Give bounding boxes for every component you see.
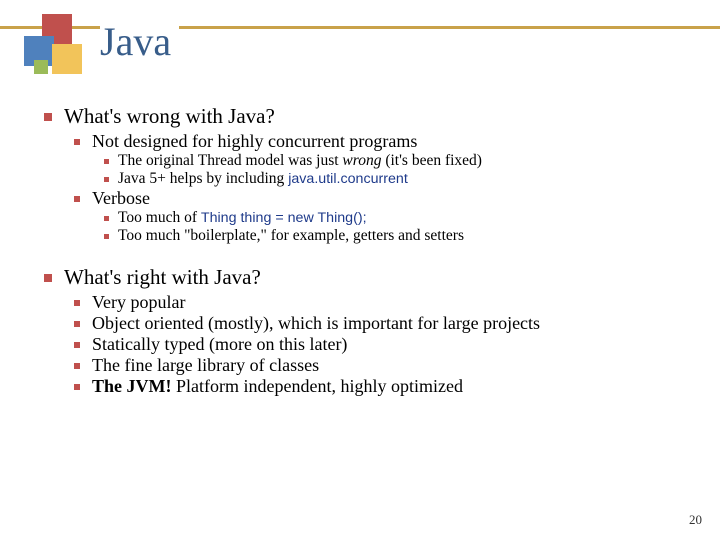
list-item: Java 5+ helps by including java.util.con… — [96, 170, 690, 188]
list-item: Verbose — [68, 188, 690, 209]
list-item: Too much "boilerplate," for example, get… — [96, 227, 690, 245]
list-item: Statically typed (more on this later) — [68, 334, 690, 355]
list-item: Not designed for highly concurrent progr… — [68, 131, 690, 152]
slide-title: Java — [100, 18, 179, 65]
section-heading: What's wrong with Java? — [40, 104, 690, 129]
page-number: 20 — [689, 512, 702, 528]
list-item: Object oriented (mostly), which is impor… — [68, 313, 690, 334]
list-item: Very popular — [68, 292, 690, 313]
list-item: The fine large library of classes — [68, 355, 690, 376]
section-heading: What's right with Java? — [40, 265, 690, 290]
slide-content: What's wrong with Java? Not designed for… — [40, 104, 690, 397]
list-item: The JVM! Platform independent, highly op… — [68, 376, 690, 397]
list-item: The original Thread model was just wrong… — [96, 152, 690, 170]
list-item: Too much of Thing thing = new Thing(); — [96, 209, 690, 227]
logo-squares-icon — [24, 14, 84, 76]
